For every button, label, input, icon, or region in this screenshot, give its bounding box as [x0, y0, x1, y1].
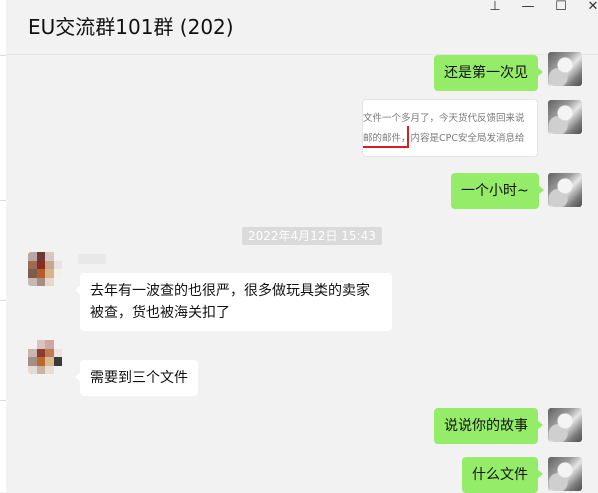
avatar[interactable]	[28, 340, 62, 374]
message-list[interactable]: 还是第一次见 文件一个多月了，今天货代反馈回来说 邮的邮件，内容是CPC安全局发…	[6, 52, 598, 493]
image-message[interactable]: 文件一个多月了，今天货代反馈回来说 邮的邮件，内容是CPC安全局发消息给	[362, 99, 538, 157]
avatar[interactable]	[548, 408, 582, 442]
message-bubble[interactable]: 一个小时~	[451, 173, 544, 209]
message-bubble[interactable]: 什么文件	[462, 457, 543, 493]
pin-icon[interactable]: ⊥	[480, 0, 510, 16]
message-bubble[interactable]: 需要到三个文件	[75, 360, 198, 396]
close-icon[interactable]: ✕	[578, 0, 598, 16]
maximize-icon[interactable]: ☐	[546, 0, 576, 16]
highlight-mark	[363, 126, 409, 148]
message-bubble[interactable]: 还是第一次见	[434, 55, 543, 91]
timestamp-label: 2022年4月12日 15:43	[242, 227, 382, 245]
avatar[interactable]	[28, 252, 62, 286]
avatar[interactable]	[548, 457, 582, 491]
avatar[interactable]	[548, 100, 582, 134]
sender-name	[78, 254, 106, 264]
image-text-line: 文件一个多月了，今天货代反馈回来说	[363, 113, 525, 124]
avatar[interactable]	[548, 173, 582, 207]
message-bubble[interactable]: 去年有一波查的也很严，很多做玩具类的卖家被查，货也被海关扣了	[75, 273, 392, 331]
minimize-icon[interactable]: —	[513, 0, 543, 16]
chat-header: EU交流群101群 (202) ⊥ — ☐ ✕	[6, 0, 598, 55]
chat-title: EU交流群101群 (202)	[28, 15, 234, 39]
avatar[interactable]	[548, 52, 582, 86]
message-bubble[interactable]: 说说你的故事	[434, 408, 543, 444]
